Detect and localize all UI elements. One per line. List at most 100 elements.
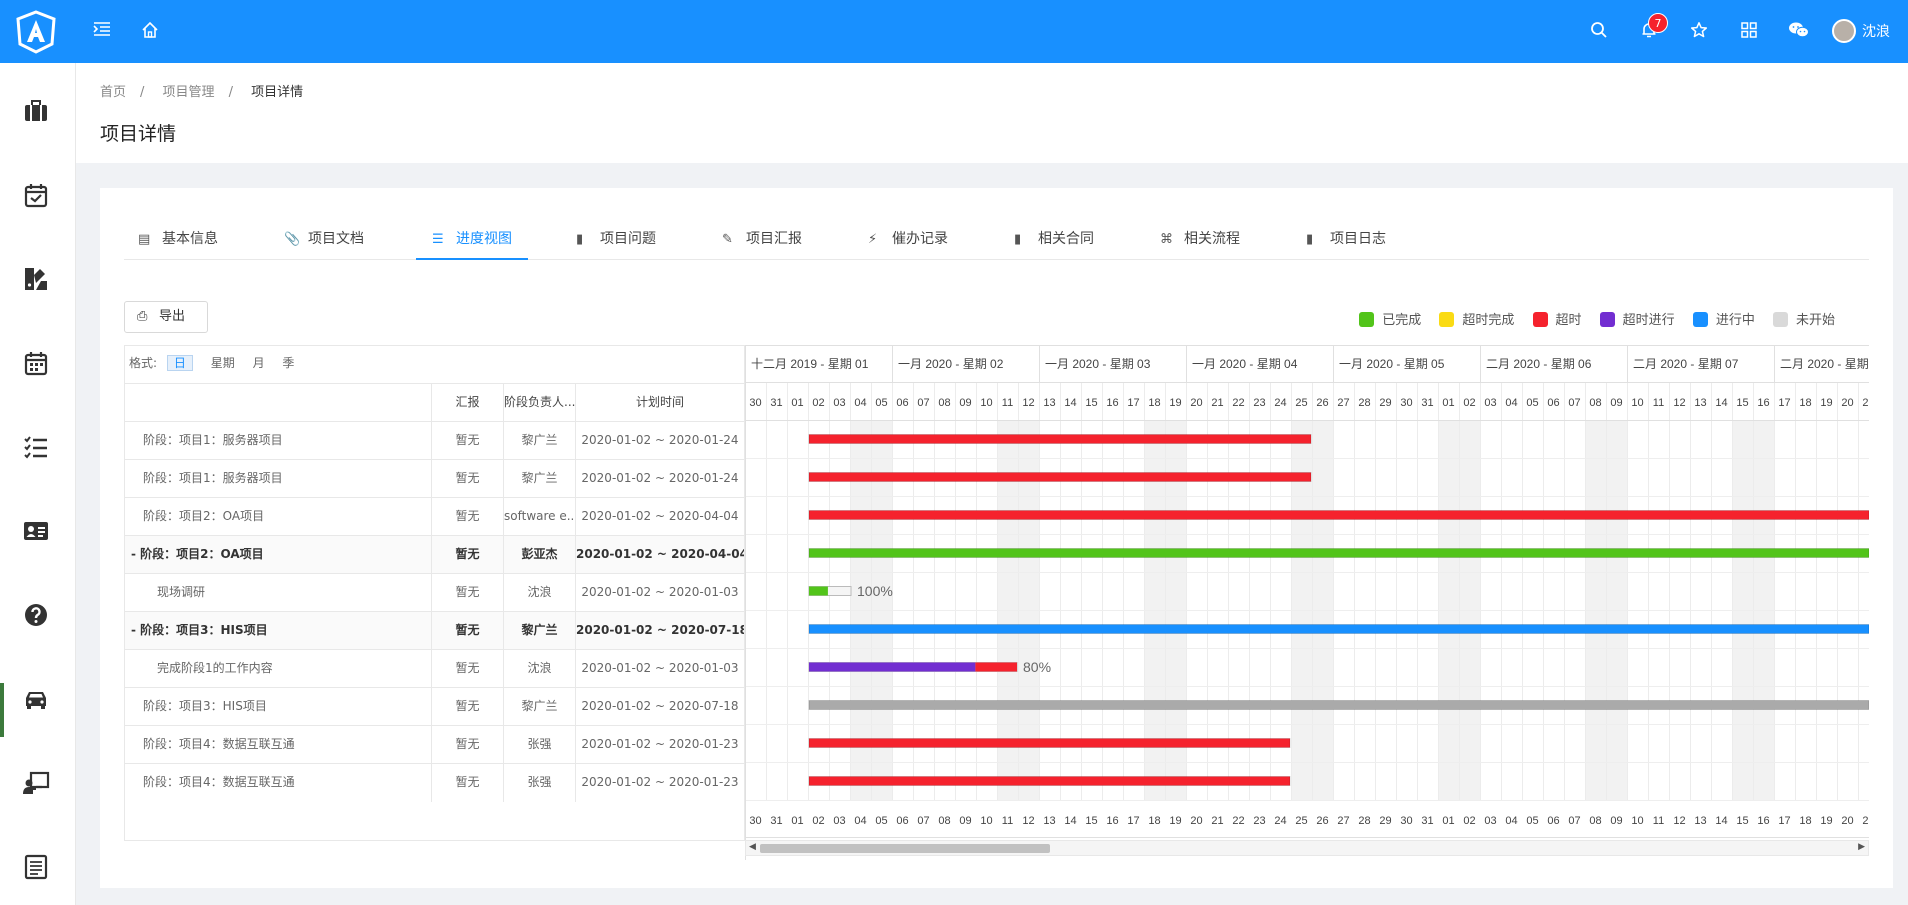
briefcase-icon[interactable] xyxy=(22,97,50,125)
tab-basic-info[interactable]: ▤ 基本信息 xyxy=(138,218,218,260)
star-icon[interactable] xyxy=(1689,21,1709,44)
list-icon: ☰ xyxy=(432,232,444,247)
table-row[interactable]: 现场调研 暂无 沈浪 2020-01-02 ~ 2020-01-03 xyxy=(125,573,744,612)
report-cell: 暂无 xyxy=(431,688,503,726)
gantt-horizontal-scrollbar[interactable]: ◀ ▶ xyxy=(745,840,1869,856)
tab-project-report[interactable]: ✎ 项目汇报 xyxy=(722,218,802,260)
id-card-icon[interactable] xyxy=(22,517,50,545)
file-icon: ▮ xyxy=(576,232,584,247)
breadcrumb-separator: / xyxy=(140,85,145,100)
table-row[interactable]: - 阶段：项目2：OA项目 暂无 彭亚杰 2020-01-02 ~ 2020-04-0… xyxy=(125,535,744,574)
format-month-option[interactable]: 月 xyxy=(253,356,265,370)
wechat-icon[interactable] xyxy=(1788,21,1810,44)
car-icon[interactable] xyxy=(22,685,50,713)
day-footer-label: 15 xyxy=(1085,815,1097,827)
table-row[interactable]: 完成阶段1的工作内容 暂无 沈浪 2020-01-02 ~ 2020-01-03 xyxy=(125,649,744,688)
format-quarter-option[interactable]: 季 xyxy=(282,356,294,370)
owner-cell: 沈浪 xyxy=(503,650,575,688)
gantt-bar[interactable] xyxy=(808,776,1291,786)
tab-project-docs[interactable]: 📎 项目文档 xyxy=(284,218,364,260)
gantt-bar[interactable] xyxy=(808,624,1869,634)
gantt-bar[interactable] xyxy=(808,548,1869,558)
week-header-label: 一月 2020 - 星期 04 xyxy=(1192,357,1298,371)
plan-time-cell: 2020-01-02 ~ 2020-01-03 xyxy=(575,650,744,688)
menu-toggle-icon[interactable] xyxy=(92,21,112,42)
export-button[interactable]: ⎙ 导出 xyxy=(124,301,208,333)
breadcrumb: 首页 / 项目管理 / 项目详情 xyxy=(100,81,317,100)
owner-cell: 黎广兰 xyxy=(503,612,575,650)
search-icon[interactable] xyxy=(1589,21,1609,44)
table-row[interactable]: 阶段：项目3：HIS项目 暂无 黎广兰 2020-01-02 ~ 2020-07-18 xyxy=(125,687,744,726)
calendar-icon[interactable] xyxy=(22,349,50,377)
day-header-label: 21 xyxy=(1211,397,1223,409)
day-header-label: 07 xyxy=(1568,397,1580,409)
calendar-check-icon[interactable] xyxy=(22,181,50,209)
gantt-bar-overdue[interactable] xyxy=(975,662,1017,672)
week-header-label: 一月 2020 - 星期 02 xyxy=(898,357,1004,371)
question-circle-icon[interactable] xyxy=(22,601,50,629)
gantt-bar[interactable] xyxy=(808,700,1869,710)
legend-swatch xyxy=(1692,312,1708,327)
day-footer-label: 13 xyxy=(1694,815,1706,827)
scroll-left-arrow-icon[interactable]: ◀ xyxy=(749,842,756,852)
gantt-bar[interactable] xyxy=(808,510,1869,520)
breadcrumb-home[interactable]: 首页 xyxy=(100,85,126,100)
report-cell: 暂无 xyxy=(431,498,503,536)
gantt-bar[interactable] xyxy=(808,434,1312,444)
gantt-bar-progress[interactable] xyxy=(809,586,828,596)
day-footer-label: 23 xyxy=(1253,815,1265,827)
task-name-cell: 阶段：项目1：服务器项目 xyxy=(143,471,283,485)
chalkboard-teacher-icon[interactable] xyxy=(22,769,50,797)
apps-grid-icon[interactable] xyxy=(1739,21,1759,44)
day-footer-label: 10 xyxy=(980,815,992,827)
week-header-label: 一月 2020 - 星期 03 xyxy=(1045,357,1151,371)
column-header-owner[interactable]: 阶段负责人... xyxy=(503,384,575,422)
tab-related-process[interactable]: ⌘ 相关流程 xyxy=(1160,218,1240,260)
scrollbar-thumb[interactable] xyxy=(760,844,1050,853)
task-name-cell: 阶段：项目2：OA项目 xyxy=(143,509,265,523)
column-header-plan-time[interactable]: 计划时间 xyxy=(575,384,744,422)
page-header: 首页 / 项目管理 / 项目详情 项目详情 xyxy=(76,63,1908,163)
day-header-label: 16 xyxy=(1757,397,1769,409)
tab-reminder-records[interactable]: ⚡ 催办记录 xyxy=(868,218,948,260)
column-header-report[interactable]: 汇报 xyxy=(431,384,503,422)
table-row[interactable]: 阶段：项目1：服务器项目 暂无 黎广兰 2020-01-02 ~ 2020-01-24 xyxy=(125,421,744,460)
home-icon[interactable] xyxy=(140,21,160,44)
table-row[interactable]: 阶段：项目4：数据互联互通 暂无 张强 2020-01-02 ~ 2020-01-23 xyxy=(125,725,744,764)
gantt-bar[interactable] xyxy=(808,472,1312,482)
gantt-bar[interactable] xyxy=(808,738,1291,748)
task-name-cell: 现场调研 xyxy=(157,585,206,599)
format-week-option[interactable]: 星期 xyxy=(211,356,235,370)
day-header-label: 30 xyxy=(1400,397,1412,409)
breadcrumb-current: 项目详情 xyxy=(251,85,304,100)
day-footer-label: 07 xyxy=(917,815,929,827)
legend-label: 已完成 xyxy=(1382,313,1422,328)
day-header-label: 04 xyxy=(854,397,866,409)
report-cell: 暂无 xyxy=(431,726,503,764)
breadcrumb-project-mgmt[interactable]: 项目管理 xyxy=(163,85,215,100)
tasks-list-icon[interactable] xyxy=(22,433,50,461)
calculator-list-icon[interactable] xyxy=(22,853,50,881)
tab-project-log[interactable]: ▮ 项目日志 xyxy=(1306,218,1386,260)
day-header-label: 17 xyxy=(1127,397,1139,409)
tab-project-issues[interactable]: ▮ 项目问题 xyxy=(576,218,656,260)
format-day-option[interactable]: 日 xyxy=(166,355,193,371)
table-row[interactable]: 阶段：项目1：服务器项目 暂无 黎广兰 2020-01-02 ~ 2020-01-24 xyxy=(125,459,744,498)
user-name[interactable]: 沈浪 xyxy=(1862,21,1890,41)
app-logo[interactable] xyxy=(14,10,58,54)
plan-time-cell: 2020-01-02 ~ 2020-01-23 xyxy=(575,764,744,802)
report-cell: 暂无 xyxy=(431,764,503,802)
tab-progress-view[interactable]: ☰ 进度视图 xyxy=(416,218,528,260)
scroll-right-arrow-icon[interactable]: ▶ xyxy=(1858,842,1865,852)
day-footer-label: 29 xyxy=(1379,815,1391,827)
task-name-cell: - 阶段：项目3：HIS项目 xyxy=(131,623,268,637)
table-row[interactable]: 阶段：项目2：OA项目 暂无 software e... 2020-01-02 ~ 2… xyxy=(125,497,744,536)
table-row[interactable]: 阶段：项目4：数据互联互通 暂无 张强 2020-01-02 ~ 2020-01-23 xyxy=(125,763,744,802)
gantt-bar-progress[interactable] xyxy=(809,662,976,672)
breadcrumb-separator: / xyxy=(228,85,233,100)
report-cell: 暂无 xyxy=(431,650,503,688)
table-row[interactable]: - 阶段：项目3：HIS项目 暂无 黎广兰 2020-01-02 ~ 2020-07-… xyxy=(125,611,744,650)
tab-related-contracts[interactable]: ▮ 相关合同 xyxy=(1014,218,1094,260)
swatchbook-icon[interactable] xyxy=(22,265,50,293)
avatar[interactable] xyxy=(1832,19,1856,43)
